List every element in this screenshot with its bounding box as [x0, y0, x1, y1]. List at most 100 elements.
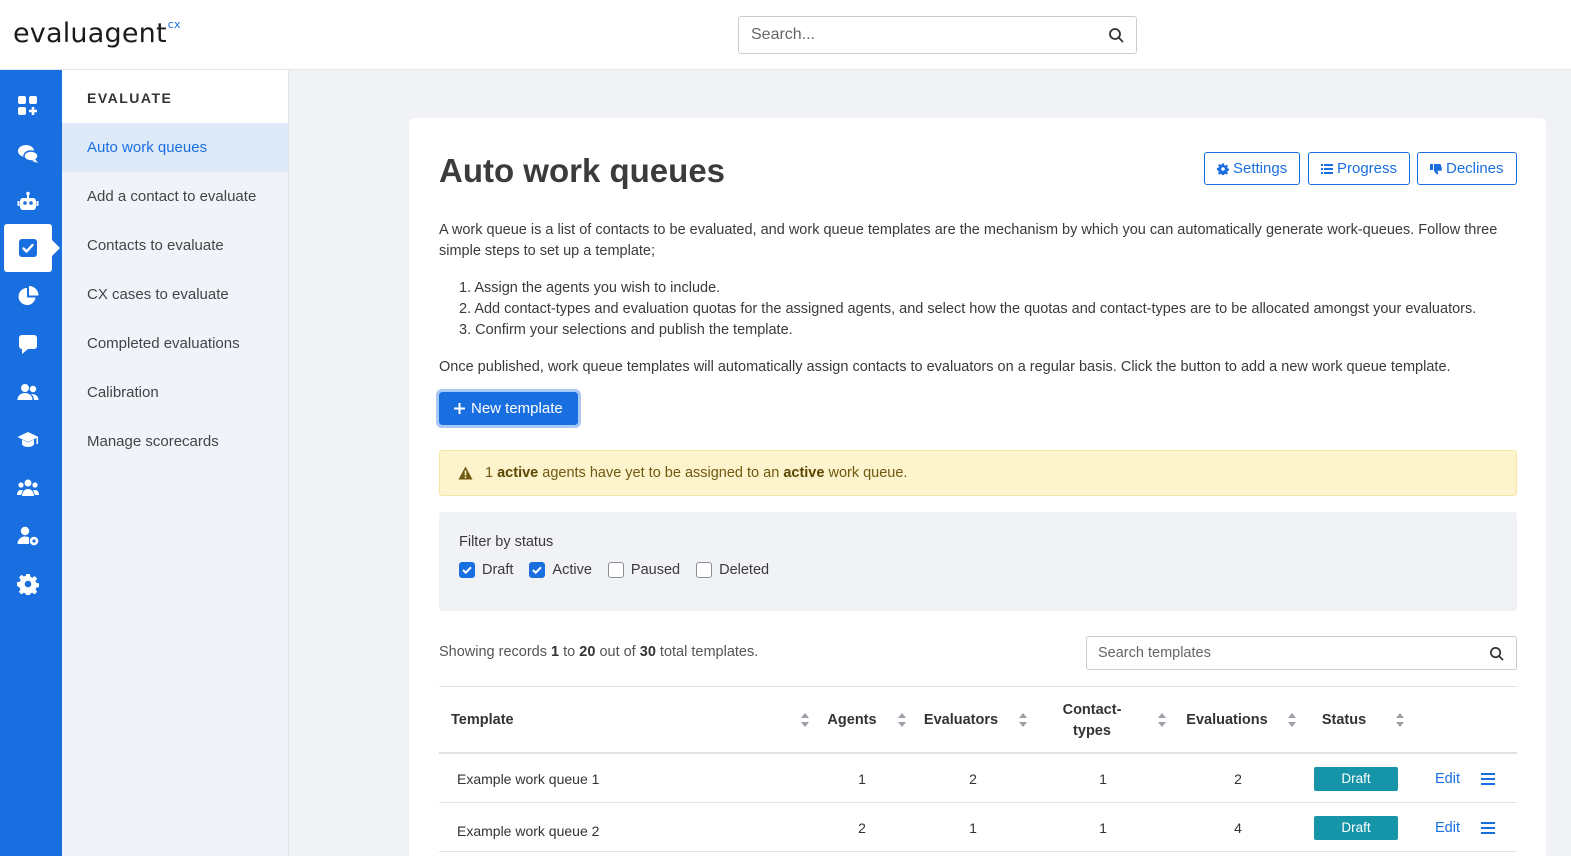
app-logo[interactable]: evaluagentcx — [13, 18, 181, 49]
graduation-cap-icon — [17, 432, 39, 447]
subnav-item-contacts-to-evaluate[interactable]: Contacts to evaluate — [62, 221, 288, 270]
unassigned-agents-alert: 1 active agents have yet to be assigned … — [439, 450, 1517, 496]
pie-chart-icon — [18, 286, 39, 305]
robot-icon — [17, 191, 39, 210]
new-template-button[interactable]: New template — [436, 389, 581, 428]
col-contact-types[interactable]: Contact- types — [1049, 687, 1135, 754]
list-icon — [1321, 163, 1333, 174]
filter-draft-label: Draft — [482, 562, 514, 578]
gear-icon — [1217, 163, 1229, 175]
col-status[interactable]: Status — [1313, 687, 1375, 754]
col-evaluators[interactable]: Evaluators — [921, 687, 1001, 754]
filter-deleted-label: Deleted — [719, 562, 770, 578]
check-icon — [462, 566, 472, 574]
evaluate-subnav: EVALUATE Auto work queues Add a contact … — [62, 70, 289, 856]
cell-agents: 2 — [858, 819, 866, 836]
col-template[interactable]: Template — [451, 687, 514, 754]
edit-link[interactable]: Edit — [1435, 820, 1460, 836]
cell-agents: 1 — [858, 770, 866, 787]
rail-evaluate[interactable] — [4, 224, 60, 272]
status-filter: Filter by status Draft Active Paused Del… — [439, 512, 1517, 611]
cell-template: Example work queue 2 — [457, 822, 600, 839]
settings-button[interactable]: Settings — [1204, 152, 1301, 185]
filter-deleted-checkbox[interactable]: Deleted — [696, 562, 769, 578]
settings-button-label: Settings — [1233, 160, 1288, 177]
rail-feedback[interactable] — [4, 320, 52, 368]
edit-link[interactable]: Edit — [1435, 771, 1460, 787]
check-icon — [532, 566, 543, 574]
cell-contact-types: 1 — [1099, 770, 1107, 787]
subnav-heading: EVALUATE — [62, 70, 288, 123]
rail-teams[interactable] — [4, 464, 52, 512]
cell-evaluations: 2 — [1234, 770, 1242, 787]
status-badge: Draft — [1314, 815, 1398, 840]
filter-active-checkbox[interactable]: Active — [529, 562, 592, 578]
rail-dashboard[interactable] — [4, 82, 52, 130]
rail-conversations[interactable] — [4, 130, 52, 178]
hamburger-menu-icon[interactable] — [1481, 772, 1495, 785]
sort-icon[interactable] — [1158, 713, 1166, 727]
templates-table: Template Agents Evaluators Contact- type… — [439, 686, 1517, 852]
checkbox-unchecked[interactable] — [607, 562, 624, 578]
main-card: Auto work queues Settings Progress Decli… — [409, 118, 1546, 856]
rail-user-settings[interactable] — [4, 512, 52, 560]
status-badge: Draft — [1314, 766, 1398, 791]
checkbox-checked[interactable] — [529, 562, 546, 578]
cell-evaluations: 4 — [1234, 819, 1242, 836]
rail-automation[interactable] — [4, 178, 52, 226]
subnav-item-manage-scorecards[interactable]: Manage scorecards — [62, 417, 288, 466]
subnav-item-add-contact[interactable]: Add a contact to evaluate — [62, 172, 288, 221]
team-icon — [17, 479, 39, 496]
gear-icon — [17, 574, 39, 595]
checkbox-unchecked[interactable] — [696, 562, 713, 578]
subnav-item-completed-evaluations[interactable]: Completed evaluations — [62, 319, 288, 368]
rail-reports[interactable] — [4, 272, 52, 320]
filter-paused-label: Paused — [630, 562, 681, 578]
comment-icon — [19, 335, 37, 354]
plus-icon — [454, 403, 465, 414]
cell-evaluators: 2 — [969, 770, 977, 787]
table-row: Example work queue 2 2 1 1 4 Draft Edit — [439, 803, 1517, 852]
icon-rail — [0, 70, 62, 856]
filter-paused-checkbox[interactable]: Paused — [607, 562, 681, 578]
progress-button-label: Progress — [1337, 160, 1398, 177]
sort-icon[interactable] — [1288, 713, 1296, 727]
users-icon — [17, 384, 39, 400]
sort-icon[interactable] — [1396, 713, 1404, 727]
declines-button[interactable]: Declines — [1417, 152, 1517, 185]
sort-icon[interactable] — [898, 713, 906, 727]
global-search[interactable] — [738, 16, 1137, 54]
hamburger-menu-icon[interactable] — [1481, 821, 1495, 834]
cell-template: Example work queue 1 — [457, 770, 600, 787]
table-header: Template Agents Evaluators Contact- type… — [439, 687, 1517, 754]
step-item: 3. Confirm your selections and publish t… — [459, 322, 793, 338]
rail-learning[interactable] — [4, 416, 52, 464]
sort-icon[interactable] — [1019, 713, 1027, 727]
search-icon[interactable] — [1108, 27, 1124, 43]
template-search[interactable] — [1086, 636, 1517, 670]
sort-icon[interactable] — [801, 713, 809, 727]
subnav-item-calibration[interactable]: Calibration — [62, 368, 288, 417]
checkbox-checked[interactable] — [459, 562, 475, 578]
rail-settings[interactable] — [4, 560, 52, 608]
subnav-item-auto-work-queues[interactable]: Auto work queues — [62, 123, 288, 172]
checkbox-icon — [19, 239, 37, 257]
col-agents[interactable]: Agents — [824, 687, 880, 754]
warning-icon — [458, 466, 473, 480]
progress-button[interactable]: Progress — [1308, 152, 1411, 185]
chat-bubbles-icon — [18, 145, 39, 163]
dashboard-add-icon — [18, 96, 37, 115]
subnav-item-cx-cases[interactable]: CX cases to evaluate — [62, 270, 288, 319]
user-settings-icon — [17, 526, 39, 546]
table-row: Example work queue 1 1 2 1 2 Draft Edit — [439, 754, 1517, 803]
search-icon[interactable] — [1489, 646, 1504, 661]
rail-users[interactable] — [4, 368, 52, 416]
step-item: 1. Assign the agents you wish to include… — [459, 280, 721, 296]
global-search-input[interactable] — [751, 26, 1091, 44]
filter-draft-checkbox[interactable]: Draft — [459, 562, 513, 578]
template-search-input[interactable] — [1098, 645, 1468, 661]
col-evaluations[interactable]: Evaluations — [1181, 687, 1273, 754]
new-template-label: New template — [471, 400, 563, 417]
records-summary: Showing records 1 to 20 out of 30 total … — [439, 644, 759, 660]
outro-text: Once published, work queue templates wil… — [439, 359, 1451, 375]
